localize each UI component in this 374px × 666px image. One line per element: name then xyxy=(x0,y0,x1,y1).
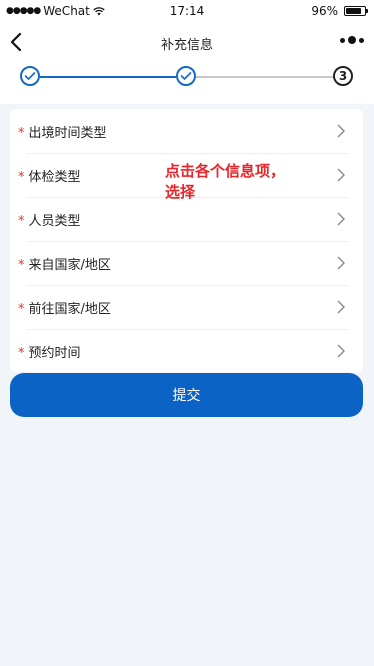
field-label: 预约时间 xyxy=(28,345,81,361)
navigation-bar: 补充信息 xyxy=(0,22,374,64)
instruction-annotation: 点击各个信息项， 选择 xyxy=(165,161,325,203)
field-label: 前往国家/地区 xyxy=(28,301,111,317)
form-row-exit-time-type[interactable]: * 出境时间类型 xyxy=(10,109,363,153)
top-area: ●●●●● WeChat 17:14 96% 补充信息 3 xyxy=(0,0,374,104)
form-row-label: * 前往国家/地区 xyxy=(18,298,111,317)
required-mark: * xyxy=(18,257,25,273)
required-mark: * xyxy=(18,125,25,141)
chevron-right-icon xyxy=(337,212,345,226)
form-row-appointment-time[interactable]: * 预约时间 xyxy=(10,329,363,373)
field-label: 来自国家/地区 xyxy=(28,257,111,273)
required-mark: * xyxy=(18,301,25,317)
progress-steps: 3 xyxy=(0,64,374,104)
form-row-label: * 体检类型 xyxy=(18,166,81,185)
form-row-label: * 预约时间 xyxy=(18,342,81,361)
form-row-destination-country[interactable]: * 前往国家/地区 xyxy=(10,285,363,329)
step-connector-pending xyxy=(196,76,333,78)
form-row-person-type[interactable]: * 人员类型 xyxy=(10,197,363,241)
submit-button[interactable]: 提交 xyxy=(10,373,363,417)
page-title: 补充信息 xyxy=(160,38,213,53)
step-3-current: 3 xyxy=(333,66,353,86)
form-row-label: * 出境时间类型 xyxy=(18,122,107,141)
battery-info: 96% xyxy=(311,4,368,18)
chevron-right-icon xyxy=(337,344,345,358)
chevron-right-icon xyxy=(337,168,345,182)
required-mark: * xyxy=(18,213,25,229)
annotation-line-1: 点击各个信息项， xyxy=(165,162,286,180)
battery-icon xyxy=(344,6,368,16)
field-label: 出境时间类型 xyxy=(28,125,107,141)
chevron-right-icon xyxy=(337,256,345,270)
check-icon xyxy=(180,72,192,80)
required-mark: * xyxy=(18,169,25,185)
required-mark: * xyxy=(18,345,25,361)
chevron-right-icon xyxy=(337,300,345,314)
check-icon xyxy=(24,72,36,80)
annotation-line-2: 选择 xyxy=(165,183,196,201)
step-connector-complete xyxy=(40,76,176,78)
form-row-origin-country[interactable]: * 来自国家/地区 xyxy=(10,241,363,285)
info-form: * 出境时间类型 * 体检类型 * 人员类型 * 来自国家/地区 * 前往国家/地区 * 预… xyxy=(10,109,363,372)
battery-percent: 96% xyxy=(311,4,338,18)
more-options-icon[interactable] xyxy=(340,36,364,44)
step-1-complete xyxy=(20,66,40,86)
status-bar: ●●●●● WeChat 17:14 96% xyxy=(0,0,374,22)
field-label: 人员类型 xyxy=(28,213,81,229)
step-2-complete xyxy=(176,66,196,86)
chevron-right-icon xyxy=(337,124,345,138)
form-row-label: * 人员类型 xyxy=(18,210,81,229)
battery-level xyxy=(346,8,361,14)
field-label: 体检类型 xyxy=(28,169,81,185)
form-row-label: * 来自国家/地区 xyxy=(18,254,111,273)
